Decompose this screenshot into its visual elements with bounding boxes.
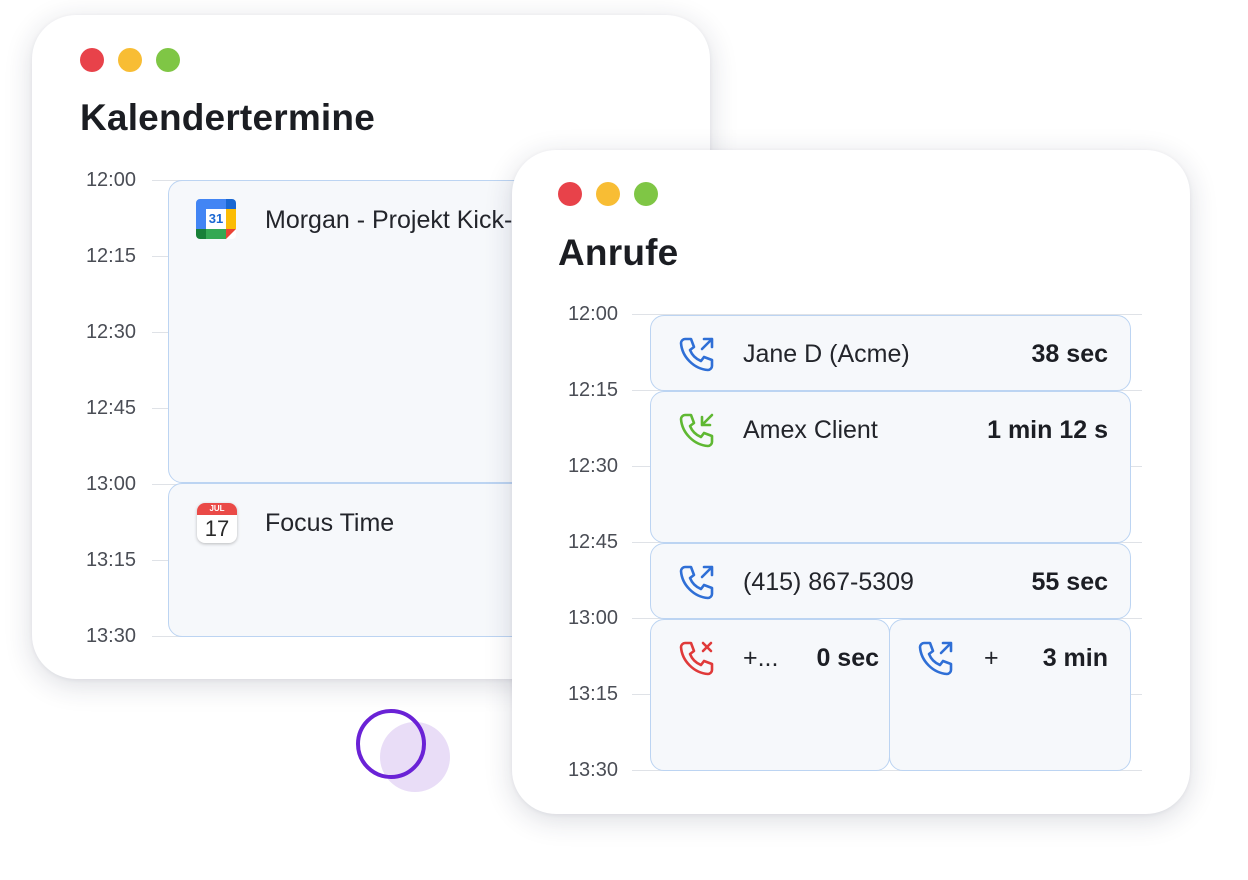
time-label: 12:00 [85,169,136,191]
time-label: 12:30 [567,455,618,477]
time-label: 13:30 [567,759,618,781]
outgoing-call-icon [916,638,956,678]
calls-window: Anrufe 12:00 12:15 12:30 12:45 13:00 13:… [512,150,1190,814]
call-duration: 55 sec [1031,568,1108,596]
time-label: 12:00 [567,303,618,325]
minimize-window-button[interactable] [118,48,142,72]
calls-title: Anrufe [558,232,679,273]
time-label: 12:30 [85,321,136,343]
call-entry[interactable]: (415) 867-5309 55 sec [650,543,1131,619]
time-label: 12:15 [85,245,136,267]
call-entry[interactable]: Amex Client 1 min 12 s [650,391,1131,543]
missed-call-icon [677,638,717,678]
calendar-icon-month: JUL [197,503,237,515]
event-title: Morgan - Projekt Kick-off [265,206,540,234]
call-duration: 3 min [1042,644,1108,672]
minimize-window-button[interactable] [596,182,620,206]
time-label: 12:15 [567,379,618,401]
outgoing-call-icon [677,334,717,374]
maximize-window-button[interactable] [634,182,658,206]
google-calendar-icon: 31 [196,199,236,239]
decorative-circle-outline [356,709,426,779]
call-duration: 38 sec [1031,340,1108,368]
outgoing-call-icon [677,562,717,602]
caller-name: +... [743,644,779,672]
caller-name: Amex Client [743,416,878,444]
incoming-call-icon [677,410,717,450]
calendar-icon-day: 17 [204,516,230,541]
maximize-window-button[interactable] [156,48,180,72]
time-label: 12:45 [85,397,136,419]
call-entry[interactable]: +... 0 sec [650,619,890,771]
call-entry[interactable]: + 3 min [889,619,1131,771]
google-calendar-icon-text: 31 [208,211,224,226]
time-label: 13:15 [567,683,618,705]
call-entry[interactable]: Jane D (Acme) 38 sec [650,315,1131,391]
call-duration: 0 sec [816,644,879,672]
event-title: Focus Time [265,509,395,537]
time-label: 13:00 [567,607,618,629]
caller-name: (415) 867-5309 [743,568,914,596]
apple-calendar-icon: JUL 17 [197,503,237,543]
time-label: 13:15 [85,549,136,571]
caller-name: Jane D (Acme) [743,340,910,368]
close-window-button[interactable] [558,182,582,206]
time-label: 13:00 [85,473,136,495]
calendar-title: Kalendertermine [80,97,375,138]
call-duration: 1 min 12 s [987,416,1108,444]
time-label: 12:45 [567,531,618,553]
time-label: 13:30 [85,625,136,647]
close-window-button[interactable] [80,48,104,72]
caller-name: + [984,644,999,672]
